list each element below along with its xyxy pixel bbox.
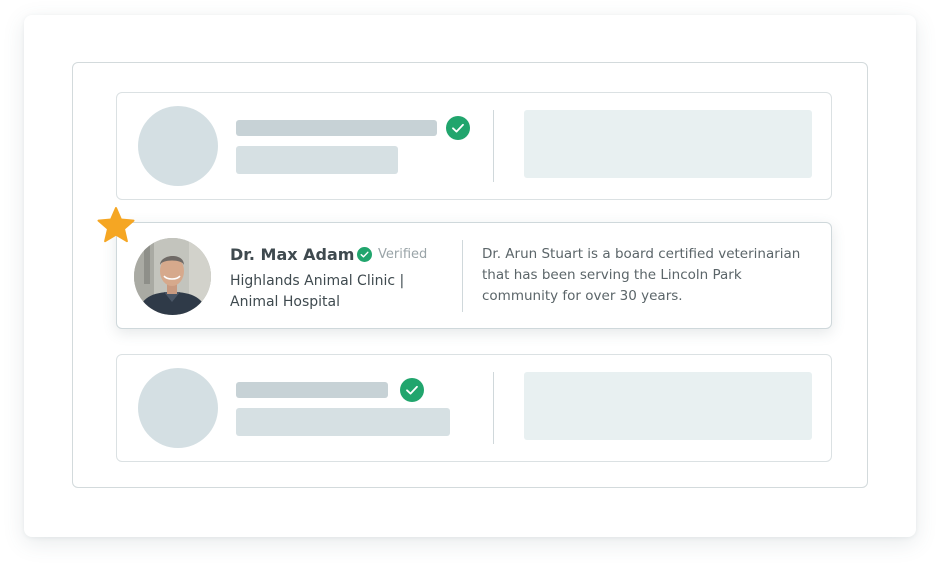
clinic-name: Highlands Animal Clinic | Animal Hospita… xyxy=(230,273,405,310)
placeholder-name-bar xyxy=(236,120,437,136)
placeholder-listing-row xyxy=(116,354,832,462)
row-divider xyxy=(493,372,494,444)
placeholder-avatar xyxy=(138,368,218,448)
placeholder-subtitle-bar xyxy=(236,408,450,436)
verified-label: Verified xyxy=(378,247,428,262)
doctor-photo xyxy=(134,238,211,315)
placeholder-avatar xyxy=(138,106,218,186)
row-divider xyxy=(493,110,494,182)
doctor-name[interactable]: Dr. Max Adam xyxy=(230,245,354,264)
placeholder-subtitle-bar xyxy=(236,146,398,174)
featured-listing-row[interactable]: Dr. Max Adam Verified Highlands Animal C… xyxy=(116,222,832,329)
row-divider xyxy=(462,240,463,312)
verified-check-icon xyxy=(446,116,470,140)
placeholder-listing-row xyxy=(116,92,832,200)
placeholder-description-box xyxy=(524,372,812,440)
verified-check-icon xyxy=(400,378,424,402)
placeholder-description-box xyxy=(524,110,812,178)
placeholder-name-bar xyxy=(236,382,388,398)
doctor-bio: Dr. Arun Stuart is a board certified vet… xyxy=(482,246,801,304)
star-icon xyxy=(96,206,136,244)
verified-check-icon xyxy=(357,247,372,262)
